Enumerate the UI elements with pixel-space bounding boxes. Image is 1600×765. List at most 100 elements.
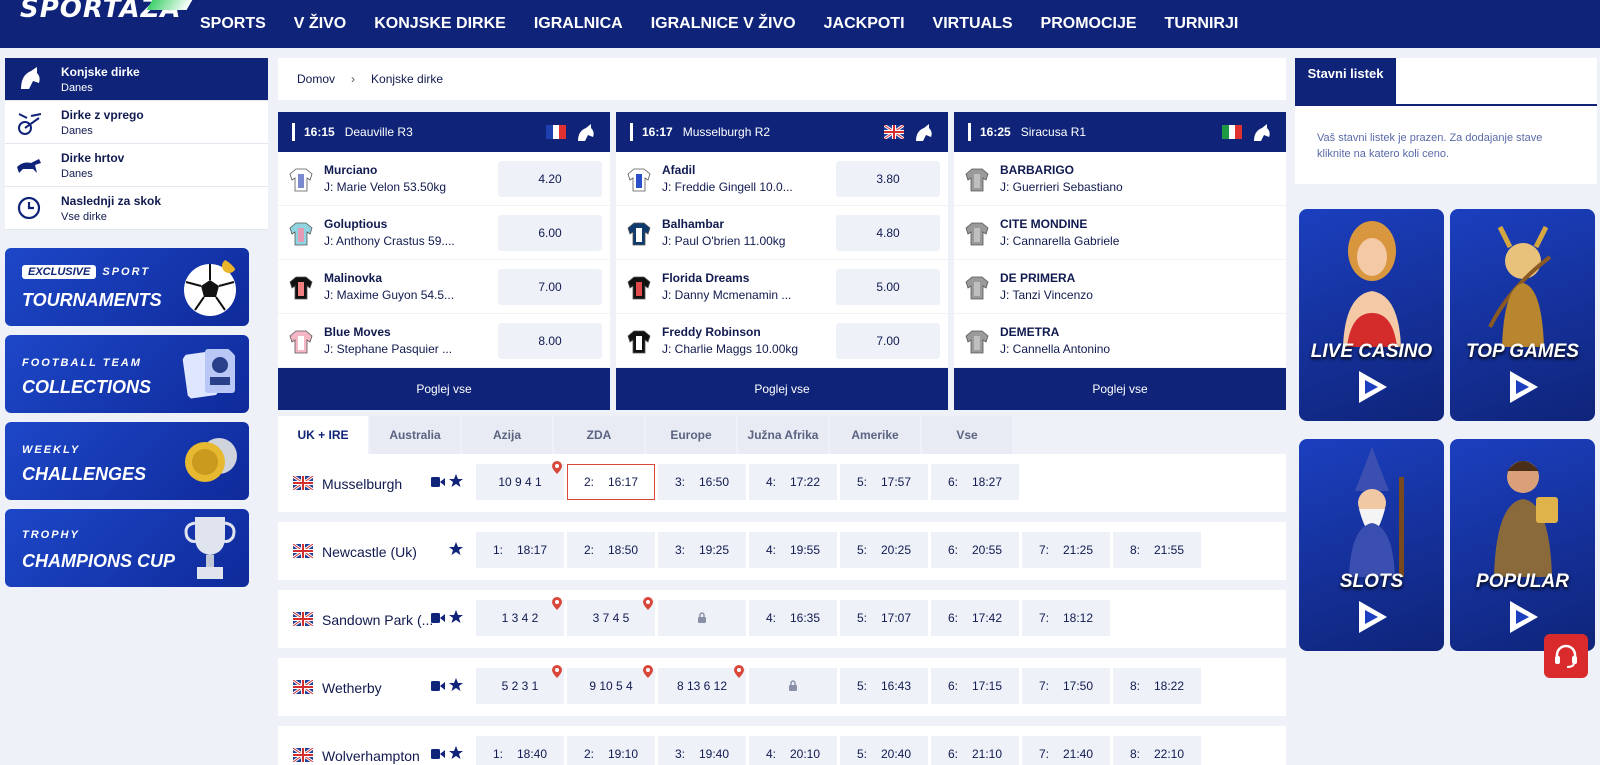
race-slot[interactable] — [658, 600, 746, 636]
meeting-name[interactable]: Newcastle (Uk) — [322, 544, 417, 560]
race-start-time: 18:12 — [1062, 611, 1094, 625]
race-slot[interactable]: 2: 19:10 — [567, 736, 655, 765]
race-slot[interactable]: 6: 18:27 — [931, 464, 1019, 500]
nav-item-3[interactable]: IGRALNICA — [520, 15, 637, 33]
race-slot[interactable]: 5: 17:07 — [840, 600, 928, 636]
sportaza-logo[interactable]: SPORTAZA — [20, 0, 194, 24]
race-slot[interactable] — [749, 668, 837, 704]
race-slot[interactable]: 3: 16:50 — [658, 464, 746, 500]
race-slot[interactable]: 7: 18:12 — [1022, 600, 1110, 636]
sidebar-item-title: Konjske dirke — [61, 64, 140, 79]
race-card: 16:15 Deauville R3 Murciano J: Marie Velon … — [278, 112, 610, 410]
promo-challenges[interactable]: WEEKLY CHALLENGES — [5, 422, 249, 500]
race-card-header[interactable]: 16:17 Musselburgh R2 — [616, 112, 948, 152]
race-slot[interactable]: 5: 16:43 — [840, 668, 928, 704]
promo-champions-cup[interactable]: TROPHY CHAMPIONS CUP — [5, 509, 249, 587]
nav-item-2[interactable]: KONJSKE DIRKE — [360, 15, 520, 33]
meeting-name[interactable]: Sandown Park (... — [322, 612, 433, 628]
race-slot[interactable]: 5 2 3 1 — [476, 665, 564, 704]
game-label: POPULAR — [1476, 571, 1569, 592]
tab-1[interactable]: Australia — [370, 416, 460, 454]
tab-7[interactable]: Vse — [922, 416, 1012, 454]
race-card-header[interactable]: 16:25 Siracusa R1 — [954, 112, 1286, 152]
meeting-name[interactable]: Wetherby — [322, 680, 382, 696]
favourite-star-icon[interactable] — [449, 678, 463, 692]
race-slot[interactable]: 1 3 4 2 — [476, 597, 564, 636]
tab-4[interactable]: Europe — [646, 416, 736, 454]
race-slot[interactable]: 3: 19:40 — [658, 736, 746, 765]
race-slot[interactable]: 7: 21:25 — [1022, 532, 1110, 568]
odds-button[interactable]: 8.00 — [498, 323, 602, 359]
race-slot[interactable]: 4: 20:10 — [749, 736, 837, 765]
race-slot[interactable]: 2: 18:50 — [567, 532, 655, 568]
game-popular[interactable]: POPULAR — [1450, 439, 1595, 651]
support-chat-button[interactable] — [1544, 634, 1588, 678]
promo-collections[interactable]: FOOTBALL TEAM COLLECTIONS — [5, 335, 249, 413]
odds-button[interactable]: 6.00 — [498, 215, 602, 251]
odds-button[interactable]: 7.00 — [836, 323, 940, 359]
race-slot[interactable]: 1: 18:17 — [476, 532, 564, 568]
race-slot[interactable]: 4: 17:22 — [749, 464, 837, 500]
game-slots[interactable]: SLOTS — [1299, 439, 1444, 651]
odds-button[interactable]: 4.20 — [498, 161, 602, 197]
race-slot[interactable]: 10 9 4 1 — [476, 461, 564, 500]
view-all-button[interactable]: Poglej vse — [616, 368, 948, 410]
nav-item-4[interactable]: IGRALNICE V ŽIVO — [637, 15, 810, 33]
favourite-star-icon[interactable] — [449, 610, 463, 624]
tab-0[interactable]: UK + IRE — [278, 416, 368, 454]
nav-item-1[interactable]: V ŽIVO — [280, 15, 360, 33]
nav-item-0[interactable]: SPORTS — [186, 15, 280, 33]
race-slot[interactable]: 2: 16:17 — [567, 464, 655, 500]
race-slot[interactable]: 9 10 5 4 — [567, 665, 655, 704]
meeting-name[interactable]: Musselburgh — [322, 476, 402, 492]
race-slot[interactable]: 6: 20:55 — [931, 532, 1019, 568]
tab-2[interactable]: Azija — [462, 416, 552, 454]
race-card-header[interactable]: 16:15 Deauville R3 — [278, 112, 610, 152]
breadcrumb-home[interactable]: Domov — [297, 72, 335, 86]
race-slot[interactable]: 6: 17:15 — [931, 668, 1019, 704]
race-slot[interactable]: 8: 18:22 — [1113, 668, 1201, 704]
odds-button[interactable]: 4.80 — [836, 215, 940, 251]
race-slot[interactable]: 8: 21:55 — [1113, 532, 1201, 568]
game-top-games[interactable]: TOP GAMES — [1450, 209, 1595, 421]
race-slot[interactable]: 4: 16:35 — [749, 600, 837, 636]
sidebar-item-3[interactable]: Naslednji za skok Vse dirke — [5, 187, 268, 230]
odds-button[interactable]: 7.00 — [498, 269, 602, 305]
race-slot[interactable]: 4: 19:55 — [749, 532, 837, 568]
sidebar-item-2[interactable]: Dirke hrtov Danes — [5, 144, 268, 187]
race-slot[interactable]: 8: 22:10 — [1113, 736, 1201, 765]
sidebar-item-0[interactable]: Konjske dirke Danes — [5, 58, 268, 101]
odds-button[interactable]: 5.00 — [836, 269, 940, 305]
view-all-button[interactable]: Poglej vse — [278, 368, 610, 410]
favourite-star-icon[interactable] — [449, 474, 463, 488]
betslip-tab[interactable]: Stavni listek — [1295, 58, 1396, 106]
favourite-star-icon[interactable] — [449, 542, 463, 556]
promo-tournaments[interactable]: EXCLUSIVE SPORT TOURNAMENTS — [5, 248, 249, 326]
race-slot[interactable]: 3: 19:25 — [658, 532, 746, 568]
favourite-star-icon[interactable] — [449, 746, 463, 760]
tab-6[interactable]: Amerike — [830, 416, 920, 454]
sidebar-item-1[interactable]: Dirke z vprego Danes — [5, 101, 268, 144]
race-slot[interactable]: 1: 18:40 — [476, 736, 564, 765]
view-all-button[interactable]: Poglej vse — [954, 368, 1286, 410]
race-result: 1 3 4 2 — [501, 611, 539, 625]
race-slot[interactable]: 6: 21:10 — [931, 736, 1019, 765]
race-slot[interactable]: 5: 17:57 — [840, 464, 928, 500]
nav-item-8[interactable]: TURNIRJI — [1151, 15, 1253, 33]
race-slot[interactable]: 7: 17:50 — [1022, 668, 1110, 704]
game-label: TOP GAMES — [1466, 341, 1579, 362]
race-slot[interactable]: 5: 20:40 — [840, 736, 928, 765]
odds-button[interactable]: 3.80 — [836, 161, 940, 197]
nav-item-7[interactable]: PROMOCIJE — [1027, 15, 1151, 33]
nav-item-6[interactable]: VIRTUALS — [919, 15, 1027, 33]
nav-item-5[interactable]: JACKPOTI — [810, 15, 919, 33]
game-live-casino[interactable]: LIVE CASINO — [1299, 209, 1444, 421]
race-slot[interactable]: 8 13 6 12 — [658, 665, 746, 704]
race-slot[interactable]: 5: 20:25 — [840, 532, 928, 568]
tab-5[interactable]: Južna Afrika — [738, 416, 828, 454]
race-slot[interactable]: 7: 21:40 — [1022, 736, 1110, 765]
tab-3[interactable]: ZDA — [554, 416, 644, 454]
race-slot[interactable]: 6: 17:42 — [931, 600, 1019, 636]
meeting-name[interactable]: Wolverhampton — [322, 748, 420, 764]
race-slot[interactable]: 3 7 4 5 — [567, 597, 655, 636]
